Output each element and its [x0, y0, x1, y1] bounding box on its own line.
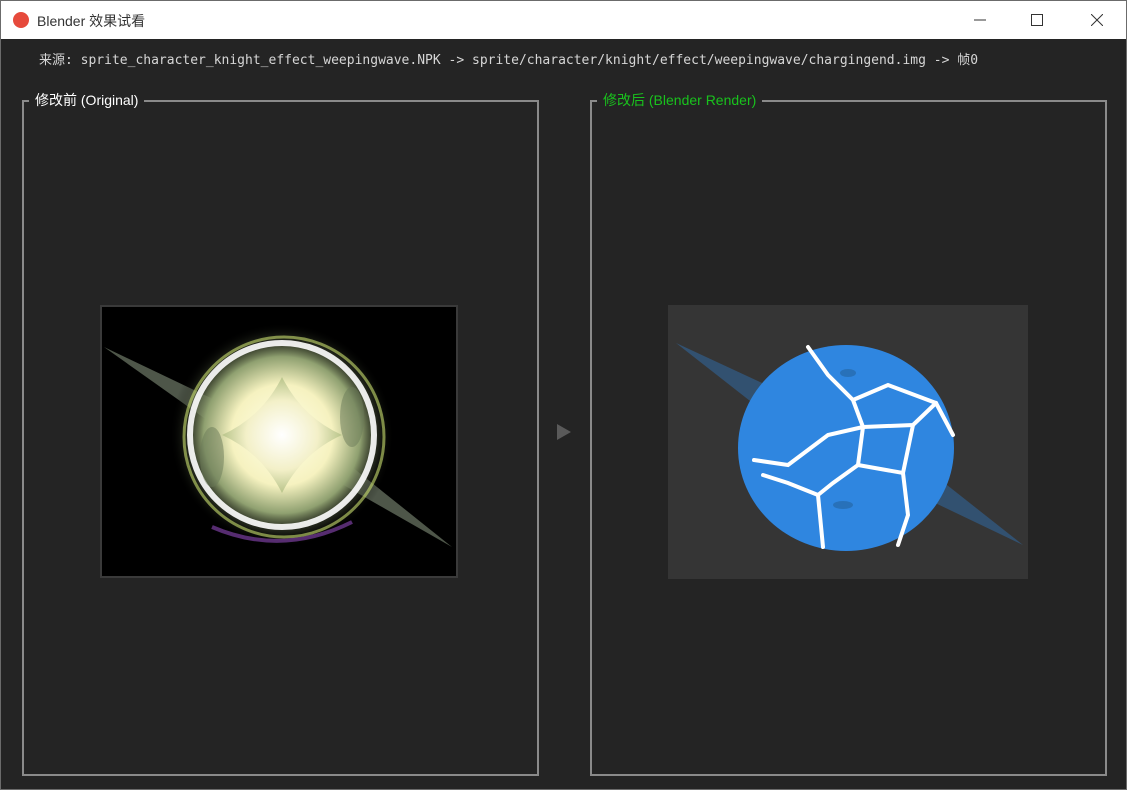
render-panel-label: 修改后 (Blender Render)	[597, 90, 763, 110]
maximize-button[interactable]	[1011, 1, 1063, 39]
play-arrow-icon	[557, 424, 571, 440]
original-effect-sprite	[100, 305, 458, 578]
close-icon	[1091, 14, 1103, 26]
window-title: Blender 效果试看	[37, 13, 146, 29]
source-path-text: 来源: sprite_character_knight_effect_weepi…	[39, 53, 979, 68]
title-bar[interactable]: Blender 效果试看	[1, 1, 1126, 39]
blender-app-icon	[13, 12, 29, 28]
blender-render-sprite	[668, 305, 1028, 579]
app-window: Blender 效果试看 来源: sprite_character_knight…	[0, 0, 1127, 790]
maximize-icon	[1031, 14, 1043, 26]
minimize-button[interactable]	[954, 1, 1006, 39]
original-panel-label: 修改前 (Original)	[29, 90, 145, 110]
close-button[interactable]	[1071, 1, 1123, 39]
minimize-icon	[974, 19, 986, 21]
